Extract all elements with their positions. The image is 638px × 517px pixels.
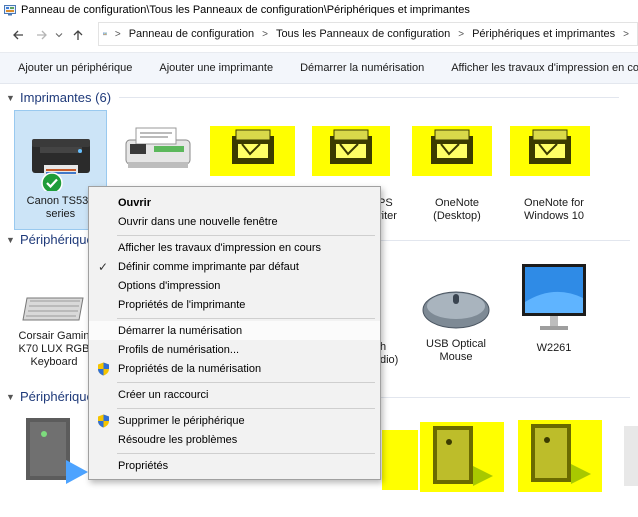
menu-item-properties[interactable]: Propriétés [89, 456, 380, 475]
inkjet-printer-icon [31, 139, 90, 194]
menu-separator [117, 453, 375, 454]
group-divider [380, 397, 630, 398]
device-partial-right[interactable] [624, 426, 638, 486]
menu-separator [117, 382, 375, 383]
menu-item-troubleshoot[interactable]: Résoudre les problèmes [89, 430, 380, 449]
up-button[interactable] [68, 25, 88, 45]
menu-separator [117, 318, 375, 319]
breadcrumb-all-panels[interactable]: Tous les Panneaux de configuration [276, 28, 450, 40]
device-monitor-w2261[interactable]: W2261 [514, 262, 594, 354]
forward-button[interactable] [32, 25, 52, 45]
device-label: Mouse [439, 351, 473, 363]
group-divider [380, 240, 630, 241]
menu-separator [117, 235, 375, 236]
device-media-server-partial[interactable] [382, 430, 418, 490]
see-print-jobs-button[interactable]: Afficher les travaux d'impression en cou… [433, 62, 638, 74]
device-onenote-desktop-printer[interactable] [412, 126, 492, 176]
shield-icon [98, 362, 109, 376]
keyboard-icon [22, 297, 84, 321]
chevron-down-icon: ▼ [6, 92, 15, 103]
menu-item-printer-properties[interactable]: Propriétés de l'imprimante [89, 295, 380, 314]
media-server-icon [531, 424, 591, 484]
menu-item-open[interactable]: Ouvrir [89, 193, 380, 212]
menu-item-see-print-jobs[interactable]: Afficher les travaux d'impression en cou… [89, 238, 380, 257]
menu-item-printing-preferences[interactable]: Options d'impression [89, 276, 380, 295]
chevron-down-icon: ▼ [6, 391, 15, 402]
device-label: K70 LUX RGB [18, 343, 90, 355]
arrow-left-icon [13, 30, 23, 40]
menu-item-open-new-window[interactable]: Ouvrir dans une nouvelle fenêtre [89, 212, 380, 231]
device-label: USB Optical [426, 338, 486, 350]
device-fax[interactable] [115, 118, 200, 178]
group-header-multimedia[interactable]: ▼ Périphériques [6, 389, 100, 404]
title-bar: Panneau de configuration\Tous les Pannea… [0, 0, 638, 20]
menu-separator [117, 408, 375, 409]
menu-item-label: Définir comme imprimante par défaut [118, 260, 299, 273]
start-scan-button[interactable]: Démarrer la numérisation [282, 62, 433, 74]
device-label: W2261 [536, 342, 572, 354]
device-onenote-win10-printer[interactable] [510, 126, 590, 176]
breadcrumb-separator: > [458, 28, 465, 40]
chevron-down-icon: ▼ [6, 234, 15, 245]
media-server-icon [26, 418, 88, 484]
printer-icon [431, 129, 473, 164]
breadcrumb-separator: > [262, 28, 268, 40]
menu-item-set-default-printer[interactable]: ✓ Définir comme imprimante par défaut [89, 257, 380, 276]
device-label: Keyboard [30, 356, 78, 368]
checkmark-icon: ✓ [98, 260, 109, 274]
recent-locations-button[interactable] [52, 25, 66, 45]
device-usb-mouse[interactable]: USB Optical Mouse [414, 282, 498, 368]
menu-item-label: Supprimer le périphérique [118, 414, 245, 427]
mouse-icon [422, 291, 490, 329]
menu-item-remove-device[interactable]: Supprimer le périphérique [89, 411, 380, 430]
printer-icon [330, 129, 372, 164]
breadcrumb-control-panel[interactable]: Panneau de configuration [129, 28, 254, 40]
group-title: Imprimantes (6) [20, 90, 112, 105]
chevron-down-icon [55, 33, 63, 38]
back-button[interactable] [8, 25, 28, 45]
device-media-server-2[interactable] [420, 422, 504, 492]
menu-item-start-scan[interactable]: Démarrer la numérisation [89, 321, 380, 340]
control-panel-icon [4, 5, 16, 16]
fax-printer-icon [125, 127, 190, 168]
navigation-bar: > Panneau de configuration > Tous les Pa… [0, 22, 638, 48]
menu-item-scan-properties[interactable]: Propriétés de la numérisation [89, 359, 380, 378]
breadcrumb-devices-printers[interactable]: Périphériques et imprimantes [472, 28, 615, 40]
device-label-onenote-desktop: OneNote (Desktop) [433, 197, 481, 222]
device-keyboard[interactable]: Corsair Gamin K70 LUX RGB Keyboard [18, 286, 90, 380]
device-printer-3[interactable] [210, 126, 295, 176]
arrow-up-icon [73, 30, 83, 40]
breadcrumb-dropdown[interactable]: > [623, 29, 629, 40]
device-label-printer-4: PS riter [378, 197, 397, 222]
device-media-server-3[interactable] [518, 420, 602, 492]
group-header-printers[interactable]: ▼ Imprimantes (6) [6, 90, 620, 105]
command-bar: Ajouter un périphérique Ajouter une impr… [0, 52, 638, 84]
arrow-right-icon [37, 30, 47, 40]
monitor-icon [522, 264, 586, 330]
breadcrumb-separator: > [114, 28, 121, 40]
device-label: Corsair Gamin [18, 330, 90, 342]
add-device-button[interactable]: Ajouter un périphérique [0, 62, 141, 74]
media-server-icon [433, 426, 493, 486]
menu-item-create-shortcut[interactable]: Créer un raccourci [89, 385, 380, 404]
device-media-server-1[interactable] [20, 414, 90, 486]
device-printer-4[interactable] [312, 126, 390, 176]
context-menu: Ouvrir Ouvrir dans une nouvelle fenêtre … [88, 186, 381, 480]
printer-icon [529, 129, 571, 164]
add-printer-button[interactable]: Ajouter une imprimante [141, 62, 282, 74]
address-bar[interactable]: > Panneau de configuration > Tous les Pa… [98, 22, 638, 46]
device-label-audio: h dio) [380, 341, 399, 366]
device-label-onenote-win10: OneNote for Windows 10 [524, 197, 584, 222]
group-header-devices[interactable]: ▼ Périphériques [6, 232, 100, 247]
menu-item-label: Propriétés de la numérisation [118, 362, 262, 375]
window-title: Panneau de configuration\Tous les Pannea… [21, 4, 470, 16]
printer-icon [231, 129, 274, 164]
menu-item-scan-profiles[interactable]: Profils de numérisation... [89, 340, 380, 359]
control-panel-icon [103, 32, 107, 36]
shield-icon [98, 414, 109, 428]
group-divider [119, 97, 620, 98]
